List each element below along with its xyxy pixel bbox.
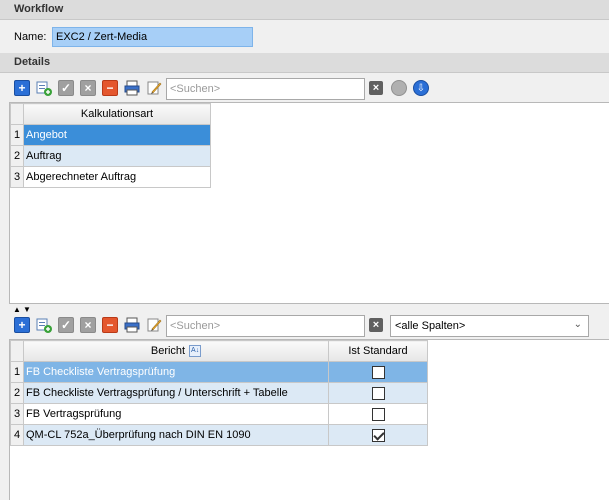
splitter-handle[interactable]: ▲ ▼ [9,303,609,314]
kalkulation-grid: Kalkulationsart 1 Angebot 2 Auftrag 3 Ab… [9,102,609,303]
add-subrow-icon[interactable] [36,80,52,96]
bericht-cell[interactable]: QM-CL 752a_Überprüfung nach DIN EN 1090 [23,424,329,446]
standard-cell [328,424,428,446]
column-filter-value: <alle Spalten> [395,320,466,332]
table-cell[interactable]: Auftrag [23,145,211,167]
row-number: 3 [10,166,24,188]
standard-checkbox[interactable] [371,428,385,442]
table-row[interactable]: 4 QM-CL 752a_Überprüfung nach DIN EN 109… [10,424,428,446]
standard-cell [328,403,428,425]
row-number: 2 [10,145,24,167]
clear-search-icon[interactable]: × [369,81,383,95]
sort-icon[interactable]: A↓ [189,345,202,358]
row-number-header [10,340,24,362]
gear-icon[interactable] [391,80,407,96]
table-row[interactable]: 2 Auftrag [10,145,211,167]
download-icon[interactable]: ⇩ [413,80,429,96]
standard-cell [328,361,428,383]
standard-checkbox[interactable] [371,365,385,379]
table-cell[interactable]: Angebot [23,124,211,146]
details-toolbar: + ✓ × − <Suchen> × ⇩ [0,76,609,102]
print-icon[interactable] [124,80,140,96]
table-row[interactable]: 3 Abgerechneter Auftrag [10,166,211,188]
row-number: 2 [10,382,24,404]
row-number: 4 [10,424,24,446]
name-row: Name: EXC2 / Zert-Media [0,21,609,53]
column-header-kalkulationsart[interactable]: Kalkulationsart [23,103,211,125]
standard-cell [328,382,428,404]
table-row[interactable]: 2 FB Checkliste Vertragsprüfung / Unters… [10,382,428,404]
delete-icon[interactable]: − [102,317,118,333]
discard-icon[interactable]: × [80,317,96,333]
workflow-title: Workflow [14,3,64,15]
add-icon[interactable]: + [14,317,30,333]
clear-search-icon[interactable]: × [369,318,383,332]
add-icon[interactable]: + [14,80,30,96]
bericht-cell[interactable]: FB Vertragsprüfung [23,403,329,425]
chevron-down-icon: ⌄ [573,319,582,330]
details-section-header: Details [0,53,609,73]
delete-icon[interactable]: − [102,80,118,96]
confirm-icon[interactable]: ✓ [58,317,74,333]
name-field[interactable]: EXC2 / Zert-Media [52,27,253,47]
reports-toolbar: + ✓ × − <Suchen> × <alle Spalten> ⌄ [0,313,609,339]
table-row[interactable]: 3 FB Vertragsprüfung [10,403,428,425]
table-row[interactable]: 1 Angebot [10,124,211,146]
column-header-ist-standard[interactable]: Ist Standard [328,340,428,362]
table-row[interactable]: 1 FB Checkliste Vertragsprüfung [10,361,428,383]
standard-checkbox[interactable] [371,386,385,400]
edit-icon[interactable] [146,317,162,333]
name-label: Name: [14,31,47,43]
print-icon[interactable] [124,317,140,333]
row-number-header [10,103,24,125]
details-title: Details [14,56,51,68]
bericht-table: Bericht A↓ Ist Standard 1 FB Checkliste V… [10,340,428,446]
add-subrow-icon[interactable] [36,317,52,333]
discard-icon[interactable]: × [80,80,96,96]
confirm-icon[interactable]: ✓ [58,80,74,96]
standard-checkbox[interactable] [371,407,385,421]
row-number: 1 [10,124,24,146]
bericht-cell[interactable]: FB Checkliste Vertragsprüfung / Untersch… [23,382,329,404]
details-search-input[interactable]: <Suchen> [166,78,365,100]
bericht-cell[interactable]: FB Checkliste Vertragsprüfung [23,361,329,383]
workflow-section-header: Workflow [0,0,609,20]
column-header-bericht[interactable]: Bericht A↓ [23,340,329,362]
reports-search-input[interactable]: <Suchen> [166,315,365,337]
edit-icon[interactable] [146,80,162,96]
bericht-grid: Bericht A↓ Ist Standard 1 FB Checkliste V… [9,339,609,500]
row-number: 3 [10,403,24,425]
kalkulation-table: Kalkulationsart 1 Angebot 2 Auftrag 3 Ab… [10,103,211,188]
row-number: 1 [10,361,24,383]
table-cell[interactable]: Abgerechneter Auftrag [23,166,211,188]
column-filter-select[interactable]: <alle Spalten> ⌄ [390,315,589,337]
bericht-header-label: Bericht [150,344,186,357]
